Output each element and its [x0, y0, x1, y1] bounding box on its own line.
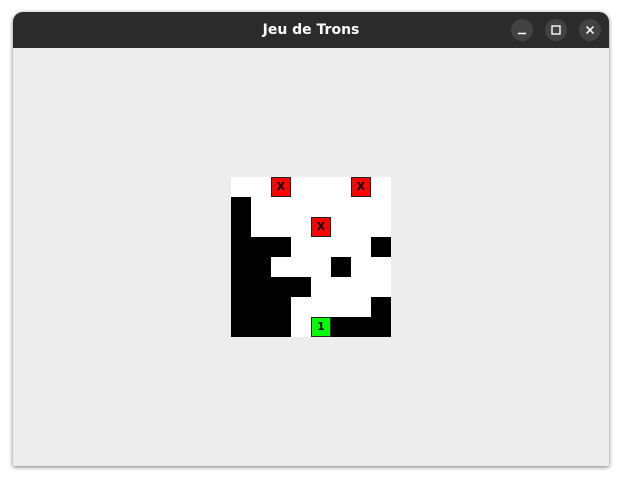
empty-cell	[331, 237, 351, 257]
wall-cell	[271, 237, 291, 257]
wall-cell	[251, 317, 271, 337]
empty-cell	[251, 197, 271, 217]
minimize-button[interactable]	[511, 19, 533, 41]
empty-cell	[351, 197, 371, 217]
wall-cell	[291, 277, 311, 297]
player-cell: 1	[311, 317, 331, 337]
empty-cell	[291, 257, 311, 277]
empty-cell	[371, 277, 391, 297]
empty-cell	[291, 297, 311, 317]
empty-cell	[331, 217, 351, 237]
wall-cell	[331, 257, 351, 277]
enemy-cell: X	[271, 177, 291, 197]
wall-cell	[251, 257, 271, 277]
empty-cell	[311, 277, 331, 297]
wall-cell	[251, 237, 271, 257]
wall-cell	[371, 297, 391, 317]
wall-cell	[251, 277, 271, 297]
wall-cell	[231, 237, 251, 257]
title-bar[interactable]: Jeu de Trons	[13, 12, 609, 48]
empty-cell	[291, 217, 311, 237]
empty-cell	[271, 257, 291, 277]
app-window: Jeu de Trons XXX1	[13, 12, 609, 466]
wall-cell	[351, 317, 371, 337]
empty-cell	[351, 217, 371, 237]
empty-cell	[351, 297, 371, 317]
empty-cell	[371, 257, 391, 277]
empty-cell	[371, 197, 391, 217]
wall-cell	[231, 277, 251, 297]
empty-cell	[331, 197, 351, 217]
empty-cell	[291, 177, 311, 197]
wall-cell	[271, 277, 291, 297]
empty-cell	[311, 177, 331, 197]
empty-cell	[331, 277, 351, 297]
maximize-icon	[551, 25, 561, 35]
empty-cell	[331, 297, 351, 317]
wall-cell	[231, 217, 251, 237]
wall-cell	[271, 317, 291, 337]
close-icon	[585, 25, 595, 35]
wall-cell	[231, 297, 251, 317]
wall-cell	[251, 297, 271, 317]
wall-cell	[231, 197, 251, 217]
empty-cell	[351, 257, 371, 277]
wall-cell	[231, 317, 251, 337]
empty-cell	[371, 217, 391, 237]
empty-cell	[271, 197, 291, 217]
empty-cell	[291, 317, 311, 337]
empty-cell	[251, 217, 271, 237]
game-board[interactable]: XXX1	[231, 177, 391, 337]
wall-cell	[371, 317, 391, 337]
empty-cell	[291, 197, 311, 217]
empty-cell	[311, 257, 331, 277]
wall-cell	[231, 257, 251, 277]
empty-cell	[311, 237, 331, 257]
empty-cell	[351, 237, 371, 257]
empty-cell	[311, 297, 331, 317]
maximize-button[interactable]	[545, 19, 567, 41]
wall-cell	[371, 237, 391, 257]
empty-cell	[291, 237, 311, 257]
game-area: XXX1	[13, 48, 609, 466]
close-button[interactable]	[579, 19, 601, 41]
minimize-icon	[518, 32, 526, 35]
empty-cell	[351, 277, 371, 297]
empty-cell	[331, 177, 351, 197]
wall-cell	[331, 317, 351, 337]
enemy-cell: X	[311, 217, 331, 237]
empty-cell	[251, 177, 271, 197]
enemy-cell: X	[351, 177, 371, 197]
empty-cell	[231, 177, 251, 197]
wall-cell	[271, 297, 291, 317]
empty-cell	[271, 217, 291, 237]
empty-cell	[371, 177, 391, 197]
empty-cell	[311, 197, 331, 217]
